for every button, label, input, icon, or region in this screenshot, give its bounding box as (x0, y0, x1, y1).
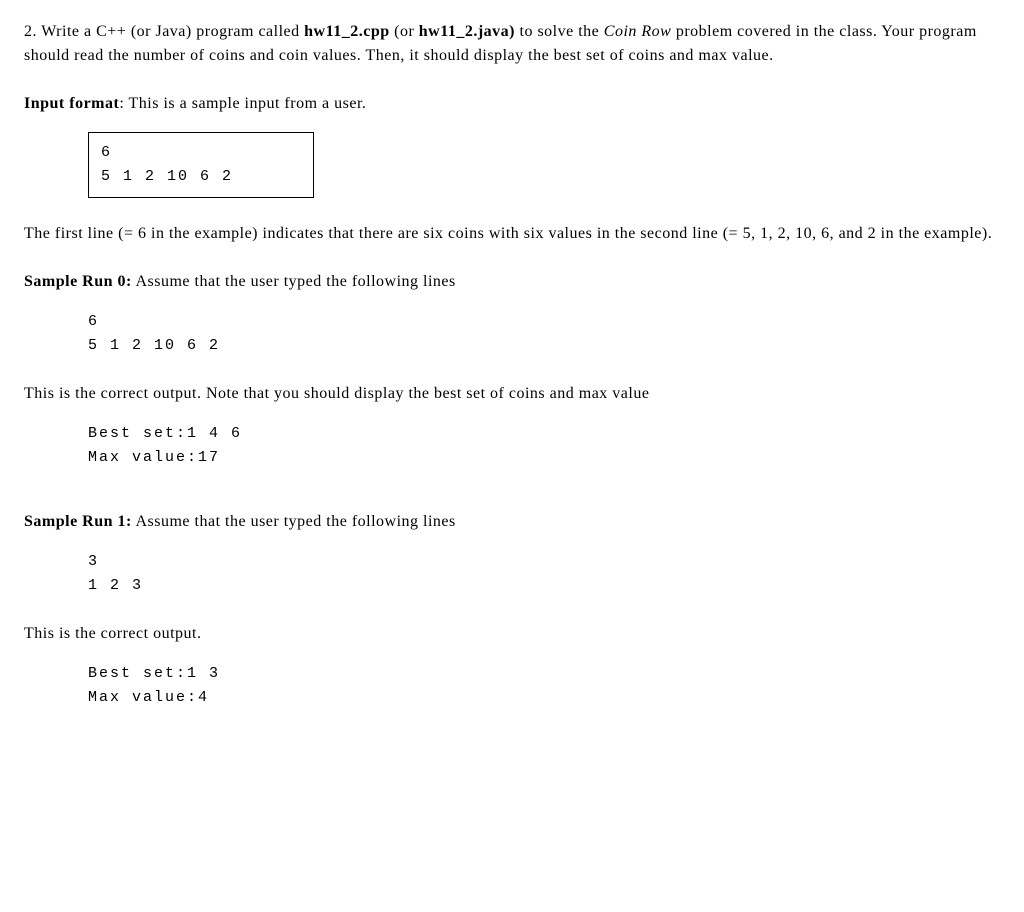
sample-run-0-output: Best set:1 4 6 Max value:17 (88, 422, 1000, 470)
filename-2: hw11_2.java) (419, 23, 515, 40)
sample-1-input-line-1: 3 (88, 550, 1000, 574)
sample-run-1-heading: Sample Run 1: Assume that the user typed… (24, 510, 1000, 534)
explanation-text: The first line (= 6 in the example) indi… (24, 222, 1000, 246)
sample-run-0-heading: Sample Run 0: Assume that the user typed… (24, 270, 1000, 294)
problem-statement: 2. Write a C++ (or Java) program called … (24, 20, 1000, 68)
sample-1-output-line-1: Best set:1 3 (88, 662, 1000, 686)
input-box-line-2: 5 1 2 10 6 2 (101, 165, 301, 189)
input-box-line-1: 6 (101, 141, 301, 165)
input-format-box: 6 5 1 2 10 6 2 (88, 132, 314, 198)
sample-run-0-input: 6 5 1 2 10 6 2 (88, 310, 1000, 358)
sample-run-1-input: 3 1 2 3 (88, 550, 1000, 598)
sample-run-1-text: Assume that the user typed the following… (132, 513, 456, 530)
input-format-heading: Input format: This is a sample input fro… (24, 92, 1000, 116)
input-format-label: Input format (24, 95, 119, 112)
sample-0-output-line-1: Best set:1 4 6 (88, 422, 1000, 446)
sample-run-0-output-intro: This is the correct output. Note that yo… (24, 382, 1000, 406)
sample-run-1-output: Best set:1 3 Max value:4 (88, 662, 1000, 710)
sample-run-0-text: Assume that the user typed the following… (132, 273, 456, 290)
sample-1-output-line-2: Max value:4 (88, 686, 1000, 710)
problem-name: Coin Row (604, 23, 672, 40)
intro-text-1: Write a C++ (or Java) program called (41, 23, 304, 40)
sample-0-input-line-1: 6 (88, 310, 1000, 334)
sample-run-1-label: Sample Run 1: (24, 513, 132, 530)
filename-1: hw11_2.cpp (304, 23, 389, 40)
sample-0-output-line-2: Max value:17 (88, 446, 1000, 470)
sample-run-1-output-intro: This is the correct output. (24, 622, 1000, 646)
sample-run-0-label: Sample Run 0: (24, 273, 132, 290)
sample-0-input-line-2: 5 1 2 10 6 2 (88, 334, 1000, 358)
sample-1-input-line-2: 1 2 3 (88, 574, 1000, 598)
intro-text-3: to solve the (515, 23, 604, 40)
input-format-text: : This is a sample input from a user. (119, 95, 366, 112)
intro-text-2: (or (390, 23, 419, 40)
problem-number: 2. (24, 23, 41, 40)
